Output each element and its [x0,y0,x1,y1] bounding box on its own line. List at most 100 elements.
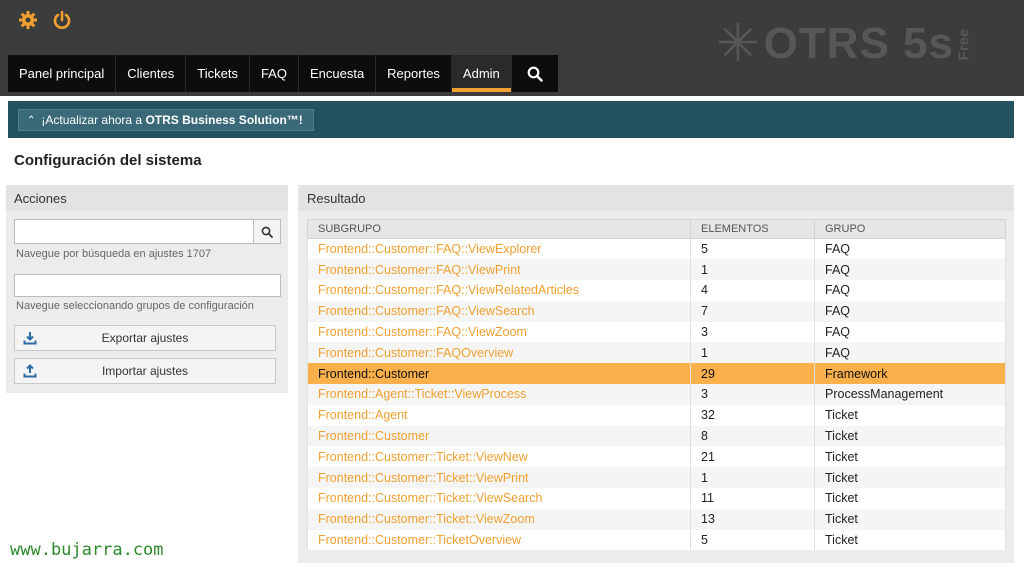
cell-group: Ticket [814,508,1006,530]
column-header-subgroup[interactable]: SUBGRUPO [307,219,691,239]
top-icons [16,9,74,31]
settings-search [14,219,281,244]
cell-subgroup[interactable]: Frontend::Customer::Ticket::ViewSearch [307,488,691,509]
cell-elements: 29 [690,363,815,385]
table-row[interactable]: Frontend::Customer 29 Framework [307,363,1006,385]
upgrade-banner: ⌃ ¡Actualizar ahora a OTRS Business Solu… [8,101,1014,138]
cell-group: FAQ [814,238,1006,260]
watermark: www.bujarra.com [10,540,164,560]
table-row[interactable]: Frontend::Customer::FAQ::ViewZoom 3 FAQ [307,321,1006,343]
table-header-row: SUBGRUPO ELEMENTOS GRUPO [307,219,1006,239]
cell-elements: 8 [690,425,815,447]
table-row[interactable]: Frontend::Customer::TicketOverview 5 Ticke… [307,529,1006,551]
otrs-logo: ✳ OTRS 5s Free [716,14,980,74]
export-settings-button[interactable]: Exportar ajustes [14,325,276,351]
upgrade-label: ¡Actualizar ahora a OTRS Business Soluti… [41,113,303,127]
power-icon[interactable] [50,9,74,31]
header: ✳ OTRS 5s Free Panel principal Clientes … [0,0,1024,96]
cell-subgroup[interactable]: Frontend::Customer::Ticket::ViewNew [307,446,691,468]
cell-subgroup[interactable]: Frontend::Agent::Ticket::ViewProcess [307,384,691,405]
cell-elements: 11 [690,488,815,509]
results-table-wrap: SUBGRUPO ELEMENTOS GRUPO Frontend::Custo… [307,219,1006,551]
cell-elements: 1 [690,342,815,364]
cell-subgroup[interactable]: Frontend::Customer::FAQ::ViewPrint [307,259,691,281]
upload-icon [15,364,45,378]
table-row[interactable]: Frontend::Customer 8 Ticket [307,425,1006,447]
actions-sidebar: Acciones Navegue por búsqueda en ajustes… [6,185,288,393]
sidebar-title: Acciones [6,185,288,211]
cell-elements: 7 [690,300,815,322]
nav-item-panel-principal[interactable]: Panel principal [8,55,117,92]
cell-elements: 3 [690,321,815,343]
cell-elements: 21 [690,446,815,468]
search-icon [527,66,543,82]
results-title: Resultado [298,185,1014,211]
cell-elements: 5 [690,238,815,260]
nav-item-clientes[interactable]: Clientes [116,55,187,92]
cell-subgroup[interactable]: Frontend::Customer::FAQ::ViewSearch [307,300,691,322]
cell-group: Ticket [814,467,1006,489]
cell-subgroup[interactable]: Frontend::Customer::FAQ::ViewExplorer [307,238,691,260]
table-row[interactable]: Frontend::Customer::FAQ::ViewExplorer 5 FA… [307,238,1006,260]
cell-subgroup[interactable]: Frontend::Customer::Ticket::ViewPrint [307,467,691,489]
nav-search-button[interactable] [512,55,558,92]
table-row[interactable]: Frontend::Customer::FAQOverview 1 FAQ [307,342,1006,364]
page-title: Configuración del sistema [14,152,202,169]
cell-group: FAQ [814,300,1006,322]
cell-group: ProcessManagement [814,384,1006,405]
settings-search-button[interactable] [254,219,281,244]
cell-subgroup[interactable]: Frontend::Customer::FAQ::ViewRelatedArti… [307,280,691,301]
table-row[interactable]: Frontend::Customer::Ticket::ViewPrint 1 Ti… [307,467,1006,489]
table-row[interactable]: Frontend::Customer::FAQ::ViewSearch 7 FAQ [307,300,1006,322]
table-row[interactable]: Frontend::Customer::FAQ::ViewRelatedArti… [307,280,1006,301]
cell-subgroup[interactable]: Frontend::Customer [307,363,691,385]
settings-search-input[interactable] [14,219,254,244]
export-settings-label: Exportar ajustes [101,331,189,345]
logo-text: OTRS 5s [763,19,954,68]
results-table-body: Frontend::Customer::FAQ::ViewExplorer 5 FA… [307,238,1006,551]
import-settings-label: Importar ajustes [101,364,189,378]
results-panel: Resultado SUBGRUPO ELEMENTOS GRUPO Front… [298,185,1014,563]
chevron-up-icon: ⌃ [27,114,36,126]
table-row[interactable]: Frontend::Customer::FAQ::ViewPrint 1 FAQ [307,259,1006,281]
cell-group: FAQ [814,259,1006,281]
cell-group: Ticket [814,404,1006,426]
cell-elements: 32 [690,404,815,426]
logo-star-icon: ✳ [716,14,760,74]
column-header-elements[interactable]: ELEMENTOS [690,219,815,239]
search-hint: Navegue por búsqueda en ajustes 1707 [16,248,212,260]
nav-item-admin[interactable]: Admin [451,55,512,92]
cell-elements: 5 [690,529,815,551]
group-hint: Navegue seleccionando grupos de configur… [16,300,254,312]
table-row[interactable]: Frontend::Customer::Ticket::ViewSearch 11… [307,488,1006,509]
upgrade-button[interactable]: ⌃ ¡Actualizar ahora a OTRS Business Solu… [18,109,314,131]
cell-group: FAQ [814,280,1006,301]
cell-group: Ticket [814,488,1006,509]
cell-subgroup[interactable]: Frontend::Customer::Ticket::ViewZoom [307,508,691,530]
cell-group: FAQ [814,342,1006,364]
table-row[interactable]: Frontend::Agent 32 Ticket [307,404,1006,426]
main-nav: Panel principal Clientes Tickets FAQ Enc… [8,55,558,92]
cell-subgroup[interactable]: Frontend::Customer [307,425,691,447]
cell-subgroup[interactable]: Frontend::Agent [307,404,691,426]
table-row[interactable]: Frontend::Agent::Ticket::ViewProcess 3 Pro… [307,384,1006,405]
nav-item-tickets[interactable]: Tickets [186,55,250,92]
cell-elements: 1 [690,467,815,489]
column-header-group[interactable]: GRUPO [814,219,1006,239]
logo-edition: Free [955,28,973,60]
table-row[interactable]: Frontend::Customer::Ticket::ViewNew 21 Tic… [307,446,1006,468]
cell-group: FAQ [814,321,1006,343]
nav-item-faq[interactable]: FAQ [250,55,299,92]
import-settings-button[interactable]: Importar ajustes [14,358,276,384]
cell-group: Ticket [814,446,1006,468]
cell-subgroup[interactable]: Frontend::Customer::FAQOverview [307,342,691,364]
cell-subgroup[interactable]: Frontend::Customer::FAQ::ViewZoom [307,321,691,343]
config-group-select[interactable] [14,274,281,297]
cell-subgroup[interactable]: Frontend::Customer::TicketOverview [307,529,691,551]
search-icon [261,226,273,238]
cell-elements: 1 [690,259,815,281]
gear-icon[interactable] [16,9,40,31]
table-row[interactable]: Frontend::Customer::Ticket::ViewZoom 13 Ti… [307,508,1006,530]
nav-item-encuesta[interactable]: Encuesta [299,55,377,92]
nav-item-reportes[interactable]: Reportes [376,55,452,92]
